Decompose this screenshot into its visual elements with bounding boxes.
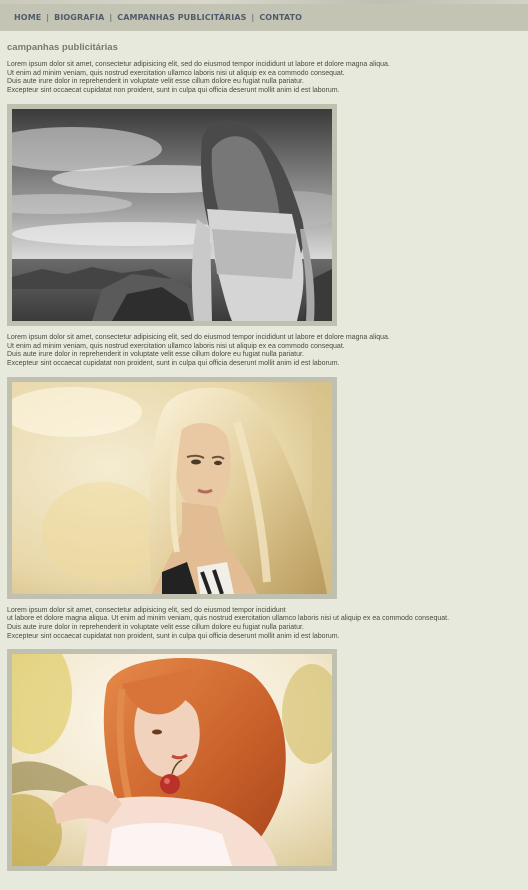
nav-separator: | bbox=[251, 13, 255, 22]
text-line: Duis aute irure dolor in reprehenderit i… bbox=[7, 624, 304, 632]
nav-contato-link[interactable]: CONTATO bbox=[259, 13, 302, 22]
text-line: ut labore et dolore magna aliqua. Ut eni… bbox=[7, 615, 450, 623]
section-3-text: Lorem ipsum dolor sit amet, consectetur … bbox=[7, 607, 521, 642]
photo-frame bbox=[7, 103, 337, 326]
text-line: Lorem ipsum dolor sit amet, consectetur … bbox=[7, 61, 390, 68]
section-2-text: Lorem ipsum dolor sit amet, consectetur … bbox=[7, 334, 521, 369]
text-line: Ut enim ad minim veniam, quis nostrud ex… bbox=[7, 69, 345, 77]
nav-separator: | bbox=[109, 13, 113, 22]
text-line: Duis aute irure dolor in reprehenderit i… bbox=[7, 78, 304, 86]
nav-biografia-link[interactable]: BIOGRAFIA bbox=[54, 13, 104, 22]
nav-separator: | bbox=[46, 13, 50, 22]
text-line: Excepteur sint occaecat cupidatat non pr… bbox=[7, 87, 340, 95]
text-line: Duis aute irure dolor in reprehenderit i… bbox=[7, 351, 304, 359]
photo-blonde-woman-sunlight bbox=[12, 381, 332, 594]
text-line: Excepteur sint occaecat cupidatat non pr… bbox=[7, 359, 340, 367]
content-area: campanhas publicitárias Lorem ipsum dolo… bbox=[7, 42, 521, 872]
photo-frame bbox=[7, 649, 337, 872]
photo-woman-seaside-bw bbox=[12, 108, 332, 321]
text-line: Ut enim ad minim veniam, quis nostrud ex… bbox=[7, 342, 345, 350]
text-line: Lorem ipsum dolor sit amet, consectetur … bbox=[7, 333, 390, 341]
nav-home-link[interactable]: HOME bbox=[14, 13, 41, 22]
photo-redhead-woman-garden bbox=[12, 654, 332, 867]
nav-campanhas-link[interactable]: CAMPANHAS PUBLICITÁRIAS bbox=[117, 13, 246, 22]
page-title: campanhas publicitárias bbox=[7, 42, 118, 53]
main-navigation: HOME | BIOGRAFIA | CAMPANHAS PUBLICITÁRI… bbox=[0, 4, 528, 31]
photo-frame bbox=[7, 376, 337, 599]
section-1-text: Lorem ipsum dolor sit amet, consectetur … bbox=[7, 61, 521, 96]
text-line: Excepteur sint occaecat cupidatat non pr… bbox=[7, 632, 340, 640]
text-line: Lorem ipsum dolor sit amet, consectetur … bbox=[7, 606, 286, 614]
